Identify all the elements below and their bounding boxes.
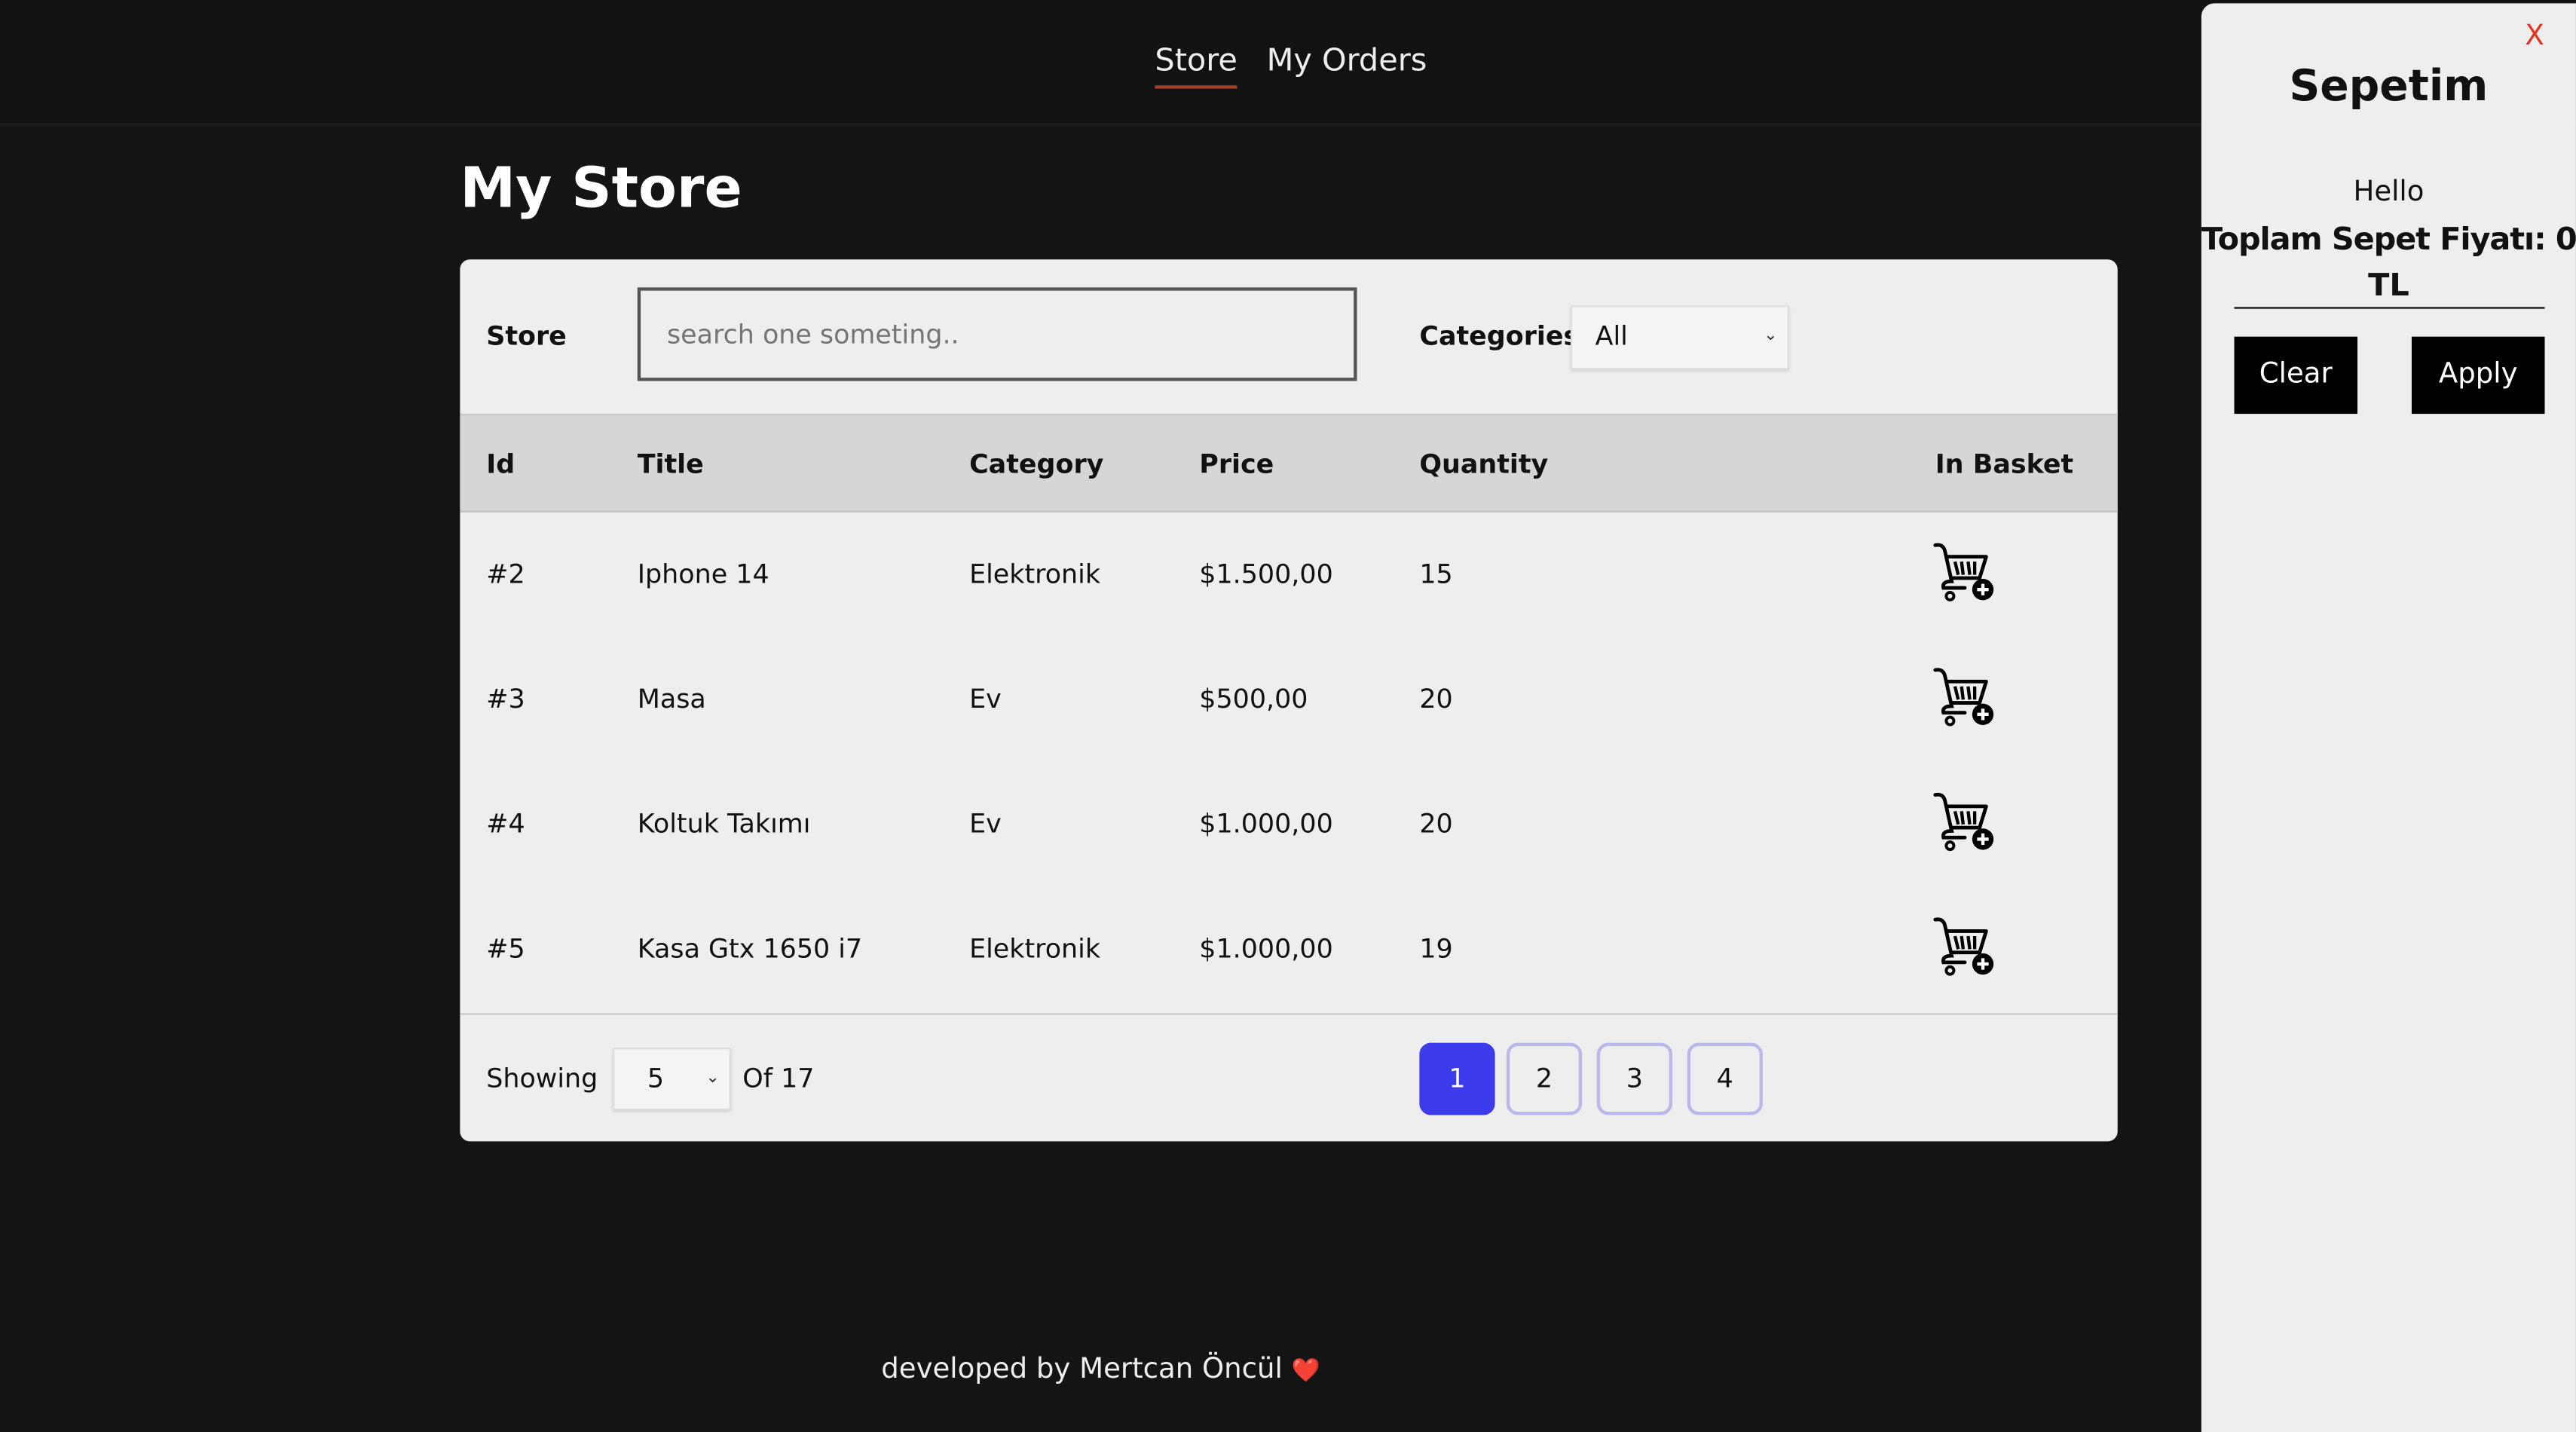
cell-quantity: 20 (1419, 808, 1453, 840)
chevron-down-icon: ⌄ (705, 1069, 720, 1088)
basket-title: Sepetim (2289, 62, 2489, 112)
col-title: Title (637, 448, 704, 480)
table-row: #4 Koltuk Takımı Ev $1.000,00 20 (460, 762, 2117, 887)
cell-price: $500,00 (1199, 683, 1308, 714)
cell-id: #2 (486, 558, 525, 590)
store-card: Store Categories All ⌄ Id Title Category… (460, 259, 2118, 1142)
nav-store[interactable]: Store (1155, 43, 1238, 89)
page-button-4[interactable]: 4 (1687, 1042, 1763, 1115)
footer-text: developed by Mertcan Öncül (881, 1353, 1283, 1386)
cell-title: Masa (637, 683, 706, 714)
page-button-2[interactable]: 2 (1506, 1042, 1583, 1115)
heart-icon: ❤️ (1291, 1357, 1320, 1385)
basket-sidebar: X Sepetim Hello Toplam Sepet Fiyatı: 0 T… (2201, 3, 2576, 1432)
chevron-down-icon: ⌄ (1764, 326, 1778, 345)
add-to-cart-icon[interactable] (1932, 788, 1997, 854)
basket-total-currency: TL (2368, 268, 2409, 304)
table-row: #2 Iphone 14 Elektronik $1.500,00 15 (460, 513, 2117, 638)
cell-category: Elektronik (969, 932, 1101, 965)
table-row: #5 Kasa Gtx 1650 i7 Elektronik $1.000,00 19 (460, 887, 2117, 1012)
basket-greeting: Hello (2353, 176, 2425, 209)
cell-id: #4 (486, 808, 525, 840)
page-button-3[interactable]: 3 (1596, 1042, 1673, 1115)
cell-quantity: 20 (1419, 683, 1453, 714)
category-selected: All (1595, 320, 1628, 352)
col-quantity: Quantity (1419, 448, 1549, 480)
showing-label: Showing (486, 1062, 598, 1094)
footer: developed by Mertcan Öncül ❤️ (0, 1353, 2201, 1386)
col-price: Price (1199, 448, 1274, 480)
categories-label: Categories (1419, 320, 1580, 352)
col-in-basket: In Basket (1935, 448, 2074, 480)
cell-title: Kasa Gtx 1650 i7 (637, 932, 863, 965)
close-icon[interactable]: X (2525, 20, 2544, 53)
cell-quantity: 15 (1419, 558, 1453, 590)
add-to-cart-icon[interactable] (1932, 663, 1997, 729)
clear-button[interactable]: Clear (2234, 336, 2358, 415)
search-input[interactable] (637, 287, 1357, 381)
cell-category: Ev (969, 808, 1002, 840)
page-size-select[interactable]: 5 ⌄ (613, 1048, 732, 1110)
col-category: Category (969, 448, 1104, 480)
page-title: My Store (460, 155, 742, 222)
cell-title: Iphone 14 (637, 558, 769, 590)
basket-total-line1: Toplam Sepet Fiyatı: 0 (2201, 222, 2576, 259)
cell-quantity: 19 (1419, 932, 1453, 965)
cell-price: $1.500,00 (1199, 558, 1333, 590)
total-count: Of 17 (742, 1062, 815, 1094)
category-select[interactable]: All ⌄ (1570, 305, 1789, 370)
table-footer: Showing 5 ⌄ Of 17 1 2 3 4 (460, 1013, 2118, 1141)
app: Store My Orders My Store Store Categorie… (0, 0, 2576, 1432)
cell-title: Koltuk Takımı (637, 808, 811, 840)
top-nav: Store My Orders (0, 0, 2576, 127)
col-id: Id (486, 448, 516, 480)
cell-id: #3 (486, 683, 525, 714)
divider (2234, 307, 2545, 309)
table-row: #3 Masa Ev $500,00 20 (460, 637, 2117, 762)
apply-button[interactable]: Apply (2411, 336, 2545, 415)
page-button-1[interactable]: 1 (1419, 1042, 1495, 1115)
add-to-cart-icon[interactable] (1932, 913, 1997, 978)
page-size-value: 5 (647, 1062, 665, 1094)
cell-category: Elektronik (969, 558, 1101, 590)
table-header: Id Title Category Price Quantity In Bask… (460, 414, 2118, 513)
cell-category: Ev (969, 683, 1002, 714)
cell-price: $1.000,00 (1199, 808, 1333, 840)
store-label: Store (486, 320, 567, 352)
cell-price: $1.000,00 (1199, 932, 1333, 965)
basket-total: Toplam Sepet Fiyatı: 0 TL (2201, 217, 2576, 309)
add-to-cart-icon[interactable] (1932, 539, 1997, 604)
cell-id: #5 (486, 932, 525, 965)
nav-my-orders[interactable]: My Orders (1267, 43, 1427, 79)
